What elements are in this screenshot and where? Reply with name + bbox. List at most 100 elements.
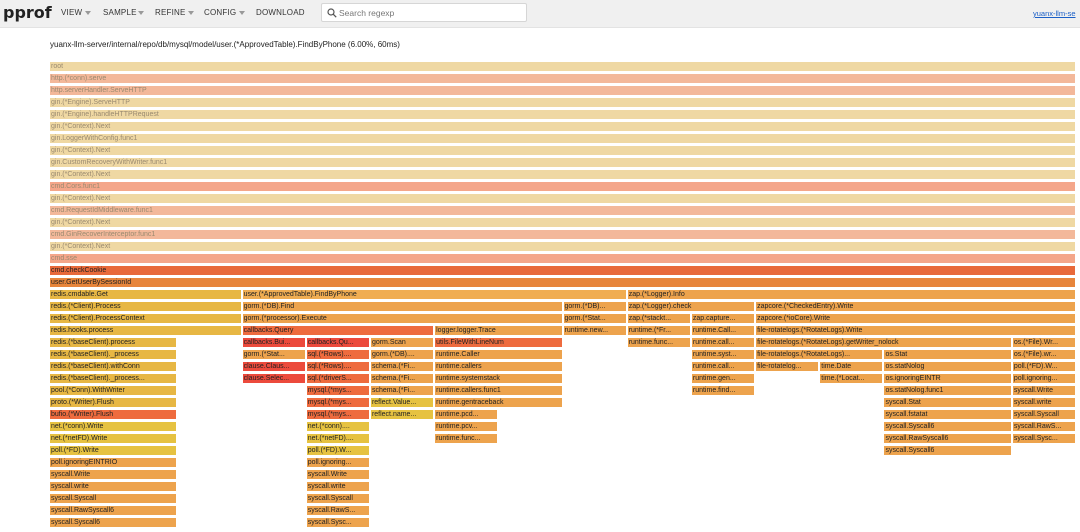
flame-frame[interactable]: redis.(*baseClient).withConn [49, 361, 178, 372]
flame-frame[interactable]: pool.(*Conn).WithWriter [49, 385, 178, 396]
flame-frame[interactable]: net.(*conn).Write [49, 421, 178, 432]
flame-frame[interactable]: zap.(*stackt... [626, 313, 691, 324]
flame-frame[interactable]: callbacks.Qu... [305, 337, 370, 348]
flame-frame[interactable]: runtime.pcd... [434, 409, 499, 420]
flame-frame[interactable]: syscall.Write [49, 469, 178, 480]
flame-frame[interactable]: runtime.func... [626, 337, 691, 348]
flame-frame[interactable]: file-rotatelogs.(*RotateLogs)... [755, 349, 884, 360]
flame-frame[interactable]: redis.(*baseClient)._process... [49, 373, 178, 384]
flame-frame[interactable]: time.Date [819, 361, 884, 372]
flame-frame[interactable]: schema.(*Fi... [369, 385, 435, 396]
flame-frame[interactable]: syscall.RawS... [305, 505, 370, 516]
flame-frame[interactable]: syscall.Syscall6 [49, 517, 178, 528]
flame-frame[interactable]: runtime.new... [562, 325, 627, 336]
flame-frame[interactable]: runtime.(*Fr... [626, 325, 691, 336]
flame-frame[interactable]: utils.FileWithLineNum [434, 337, 563, 348]
flame-frame[interactable]: gin.(*Engine).ServeHTTP [49, 97, 1076, 108]
flame-frame[interactable]: syscall.Sysc... [305, 517, 370, 528]
flame-frame[interactable]: runtime.callers [434, 361, 563, 372]
flame-frame[interactable]: root [49, 61, 1076, 72]
flame-frame[interactable]: poll.ignoring... [1011, 373, 1076, 384]
flame-frame[interactable]: redis.(*Client).Process [49, 301, 242, 312]
flame-frame[interactable]: syscall.Stat [883, 397, 1012, 408]
flame-frame[interactable]: cmd.checkCookie [49, 265, 1076, 276]
flame-frame[interactable]: syscall.write [305, 481, 370, 492]
flame-frame[interactable]: syscall.RawSyscall6 [49, 505, 178, 516]
flame-frame[interactable]: gorm.(*Stat... [562, 313, 627, 324]
flame-frame[interactable]: file-rotatelog... [755, 361, 820, 372]
flame-frame[interactable]: runtime.syst... [690, 349, 756, 360]
flame-frame[interactable]: cmd.RequestIdMiddleware.func1 [49, 205, 1076, 216]
flame-frame[interactable]: proto.(*Writer).Flush [49, 397, 178, 408]
flame-frame[interactable]: gin.(*Context).Next [49, 169, 1076, 180]
flame-frame[interactable]: runtime.callers.func1 [434, 385, 563, 396]
flame-frame[interactable]: os.(*File).Wr... [1011, 337, 1076, 348]
flame-frame[interactable]: syscall.write [49, 481, 178, 492]
flame-frame[interactable]: user.(*ApprovedTable).FindByPhone [241, 289, 627, 300]
flame-frame[interactable]: net.(*netFD).Write [49, 433, 178, 444]
flame-frame[interactable]: redis.(*baseClient)._process [49, 349, 178, 360]
flame-frame[interactable]: zap.(*Logger).check [626, 301, 756, 312]
flame-frame[interactable]: gorm.(*DB)... [562, 301, 627, 312]
flame-frame[interactable]: poll.(*FD).W... [305, 445, 370, 456]
flame-frame[interactable]: zapcore.(*CheckedEntry).Write [755, 301, 1076, 312]
flame-frame[interactable]: callbacks.Query [241, 325, 435, 336]
flame-frame[interactable]: zap.capture... [690, 313, 756, 324]
flame-frame[interactable]: gin.LoggerWithConfig.func1 [49, 133, 1076, 144]
flame-frame[interactable]: clause.Claus... [241, 361, 306, 372]
flame-frame[interactable]: gin.CustomRecoveryWithWriter.func1 [49, 157, 1076, 168]
flame-frame[interactable]: http.serverHandler.ServeHTTP [49, 85, 1076, 96]
flame-frame[interactable]: syscall.Write [305, 469, 370, 480]
flame-frame[interactable]: poll.(*FD).Write [49, 445, 178, 456]
flame-frame[interactable]: runtime.gentraceback [434, 397, 563, 408]
flame-frame[interactable]: runtime.call... [690, 361, 756, 372]
flame-frame[interactable]: file-rotatelogs.(*RotateLogs).getWriter_… [755, 337, 1012, 348]
flame-frame[interactable]: user.GetUserBySessionId [49, 277, 1076, 288]
flame-frame[interactable]: gin.(*Context).Next [49, 121, 1076, 132]
flame-frame[interactable]: poll.(*FD).W... [1011, 361, 1076, 372]
flame-frame[interactable]: callbacks.Bui... [241, 337, 306, 348]
flame-frame[interactable]: syscall.Sysc... [1011, 433, 1076, 444]
flame-frame[interactable]: mysql.(*mys... [305, 409, 370, 420]
flame-frame[interactable]: os.statNolog.func1 [883, 385, 1012, 396]
flame-frame[interactable]: runtime.gen... [690, 373, 756, 384]
flame-frame[interactable]: syscall.RawSyscall6 [883, 433, 1012, 444]
flame-frame[interactable]: os.(*File).wr... [1011, 349, 1076, 360]
flame-frame[interactable]: runtime.pcv... [434, 421, 499, 432]
flame-frame[interactable]: net.(*conn).... [305, 421, 370, 432]
flame-frame[interactable]: clause.Selec... [241, 373, 306, 384]
flame-frame[interactable]: redis.cmdable.Get [49, 289, 242, 300]
flame-frame[interactable]: syscall.Syscall [49, 493, 178, 504]
flame-frame[interactable]: gorm.Scan [369, 337, 435, 348]
flame-frame[interactable]: syscall.fstatat [883, 409, 1012, 420]
flame-frame[interactable]: mysql.(*mys... [305, 397, 370, 408]
flame-frame[interactable]: gin.(*Context).Next [49, 193, 1076, 204]
flame-frame[interactable]: poll.ignoringEINTRIO [49, 457, 178, 468]
flame-frame[interactable]: schema.(*Fi... [369, 373, 435, 384]
flame-frame[interactable]: bufio.(*Writer).Flush [49, 409, 178, 420]
flame-frame[interactable]: redis.hooks.process [49, 325, 242, 336]
flame-frame[interactable]: runtime.systemstack [434, 373, 563, 384]
flame-frame[interactable]: cmd.sse [49, 253, 1076, 264]
flame-frame[interactable]: gorm.(*DB).Find [241, 301, 563, 312]
flame-frame[interactable]: runtime.Call... [690, 325, 756, 336]
flame-frame[interactable]: runtime.find... [690, 385, 756, 396]
flame-frame[interactable]: zap.(*Logger).Info [626, 289, 1076, 300]
flame-frame[interactable]: poll.ignoring... [305, 457, 370, 468]
flame-frame[interactable]: os.Stat [883, 349, 1012, 360]
flame-frame[interactable]: gin.(*Engine).handleHTTPRequest [49, 109, 1076, 120]
flame-frame[interactable]: logger.logger.Trace [434, 325, 563, 336]
flame-frame[interactable]: os.ignoringEINTR [883, 373, 1012, 384]
flame-frame[interactable]: os.statNolog [883, 361, 1012, 372]
flame-frame[interactable]: file-rotatelogs.(*RotateLogs).Write [755, 325, 1076, 336]
flame-frame[interactable]: syscall.Syscall [305, 493, 370, 504]
flame-frame[interactable]: net.(*netFD).... [305, 433, 370, 444]
flame-frame[interactable]: redis.(*Client).ProcessContext [49, 313, 242, 324]
flame-frame[interactable]: gorm.(*DB).... [369, 349, 435, 360]
flame-frame[interactable]: http.(*conn).serve [49, 73, 1076, 84]
flame-frame[interactable]: syscall.Syscall6 [883, 421, 1012, 432]
flame-frame[interactable]: runtime.Caller [434, 349, 563, 360]
flame-frame[interactable]: time.(*Locat... [819, 373, 884, 384]
flame-frame[interactable]: gin.(*Context).Next [49, 241, 1076, 252]
flame-frame[interactable]: cmd.GinRecoverInterceptor.func1 [49, 229, 1076, 240]
